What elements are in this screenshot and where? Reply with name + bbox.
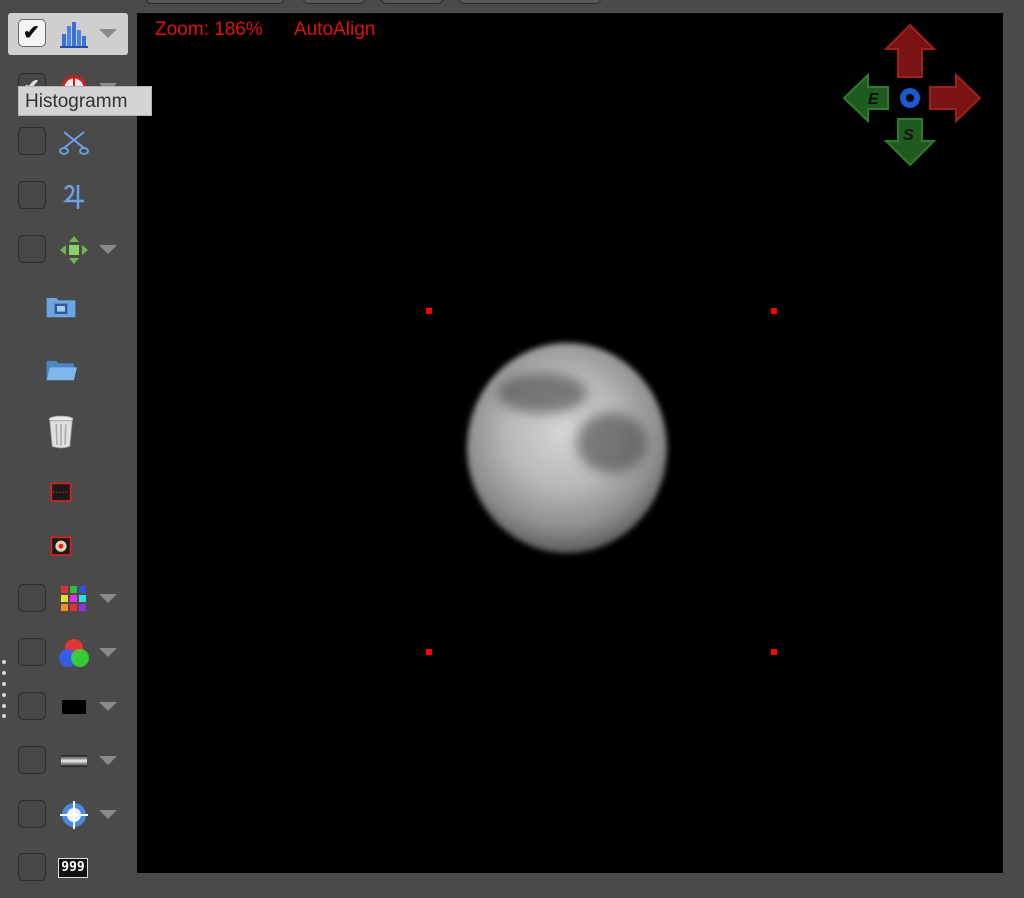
rgb-dropdown-caret[interactable] (99, 648, 117, 657)
counter-999-icon: 999 (58, 858, 88, 878)
toolbar-item-open[interactable] (8, 348, 128, 390)
move-dropdown-caret[interactable] (99, 245, 117, 254)
south-label: S (903, 127, 914, 144)
resize-grip-dot[interactable] (2, 714, 6, 718)
roi-corner-marker[interactable] (426, 649, 432, 655)
toolbar-item-cut[interactable] (8, 121, 128, 163)
open-folder-icon (46, 361, 77, 381)
histogram-dropdown-caret[interactable] (99, 29, 117, 38)
autoalign-label: AutoAlign (294, 19, 376, 40)
resize-grip-dot[interactable] (2, 682, 6, 686)
toolbar-item-roi[interactable] (8, 472, 128, 514)
counter-text: 999 (61, 860, 85, 875)
toolbar-item-black[interactable] (8, 686, 128, 728)
top-button-3[interactable] (381, 0, 443, 4)
color-grid-icon (61, 586, 86, 611)
histogram-icon (60, 22, 88, 48)
toolbar-item-trash[interactable] (8, 408, 128, 450)
gradient-bar-icon (61, 755, 87, 767)
resize-grip-dot[interactable] (2, 693, 6, 697)
roi-corner-marker[interactable] (771, 649, 777, 655)
tooltip: Histogramm (18, 86, 152, 116)
roi-frame-icon (50, 482, 72, 502)
grid-dropdown-caret[interactable] (99, 594, 117, 603)
cut-checkbox[interactable] (18, 127, 46, 155)
left-toolbar: ✔ ✔ Histogramm (0, 0, 152, 898)
right-edge-panel (1003, 13, 1024, 873)
top-button-1[interactable] (146, 0, 284, 4)
scissors-icon (59, 131, 89, 155)
east-label: E (868, 91, 880, 108)
direction-compass[interactable]: E S (842, 23, 982, 168)
resize-grip-dot[interactable] (2, 704, 6, 708)
jupiter-checkbox[interactable] (18, 181, 46, 209)
planet-surface-feature (577, 413, 647, 473)
resize-grip-dot[interactable] (2, 660, 6, 664)
roi-corner-marker[interactable] (771, 308, 777, 314)
toolbar-item-rgb[interactable] (8, 632, 128, 674)
toolbar-item-histogram[interactable]: ✔ (8, 13, 128, 55)
reticle-icon (60, 801, 88, 829)
reticle-checkbox[interactable] (18, 800, 46, 828)
rgb-checkbox[interactable] (18, 638, 46, 666)
black-rectangle-icon (62, 700, 86, 714)
toolbar-item-counter[interactable]: 999 (8, 847, 128, 889)
roi-corner-marker[interactable] (426, 308, 432, 314)
toolbar-item-video[interactable] (8, 285, 128, 327)
planet-surface-feature (497, 373, 587, 413)
gradient-checkbox[interactable] (18, 746, 46, 774)
north-arrow-icon (883, 23, 937, 78)
planet-target-icon (50, 536, 72, 556)
zoom-label: Zoom: 186% (155, 19, 263, 40)
trash-icon (48, 415, 74, 449)
toolbar-item-jupiter[interactable] (8, 175, 128, 217)
top-button-2[interactable] (303, 0, 365, 4)
reticle-dropdown-caret[interactable] (99, 810, 117, 819)
grid-checkbox[interactable] (18, 584, 46, 612)
move-arrows-icon (60, 236, 88, 264)
move-checkbox[interactable] (18, 235, 46, 263)
histogram-checkbox[interactable]: ✔ (18, 19, 46, 47)
gradient-dropdown-caret[interactable] (99, 756, 117, 765)
toolbar-item-move[interactable] (8, 229, 128, 271)
image-view[interactable]: Zoom: 186% AutoAlign E S (137, 13, 1003, 873)
toolbar-item-reticle[interactable] (8, 794, 128, 836)
counter-checkbox[interactable] (18, 853, 46, 881)
film-folder-icon (46, 298, 76, 318)
toolbar-item-target[interactable] (8, 526, 128, 568)
toolbar-item-grid[interactable] (8, 578, 128, 620)
toolbar-item-gradient[interactable] (8, 740, 128, 782)
black-dropdown-caret[interactable] (99, 702, 117, 711)
rgb-circles-icon (59, 639, 89, 667)
black-checkbox[interactable] (18, 692, 46, 720)
jupiter-symbol-icon (62, 184, 84, 209)
top-button-4[interactable] (459, 0, 601, 4)
east-arrow-icon (842, 72, 889, 124)
resize-grip-dot[interactable] (2, 671, 6, 675)
west-arrow-icon (929, 72, 982, 124)
